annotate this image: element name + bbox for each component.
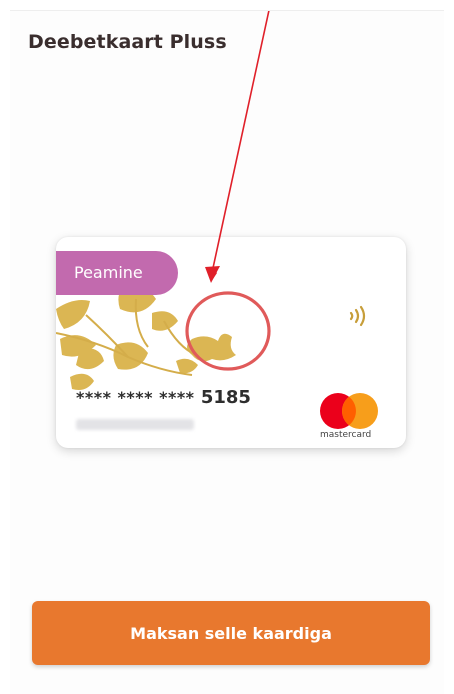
mastercard-wordmark: mastercard [320,430,372,440]
card-last4: 5185 [200,387,251,408]
primary-card-badge: Peamine [56,251,178,295]
app-screen: Deebetkaart Pluss Peamine **** **** ****… [10,10,444,694]
card-number-mask: **** **** **** [76,388,195,407]
bank-card[interactable]: Peamine **** **** **** 5185 mastercard [56,237,406,448]
pay-with-card-button[interactable]: Maksan selle kaardiga [32,601,430,665]
contactless-icon [349,305,366,327]
card-number: **** **** **** 5185 [76,387,251,408]
cardholder-name-blurred [76,419,194,430]
mastercard-logo-icon [320,393,378,429]
page-title: Deebetkaart Pluss [28,31,227,53]
